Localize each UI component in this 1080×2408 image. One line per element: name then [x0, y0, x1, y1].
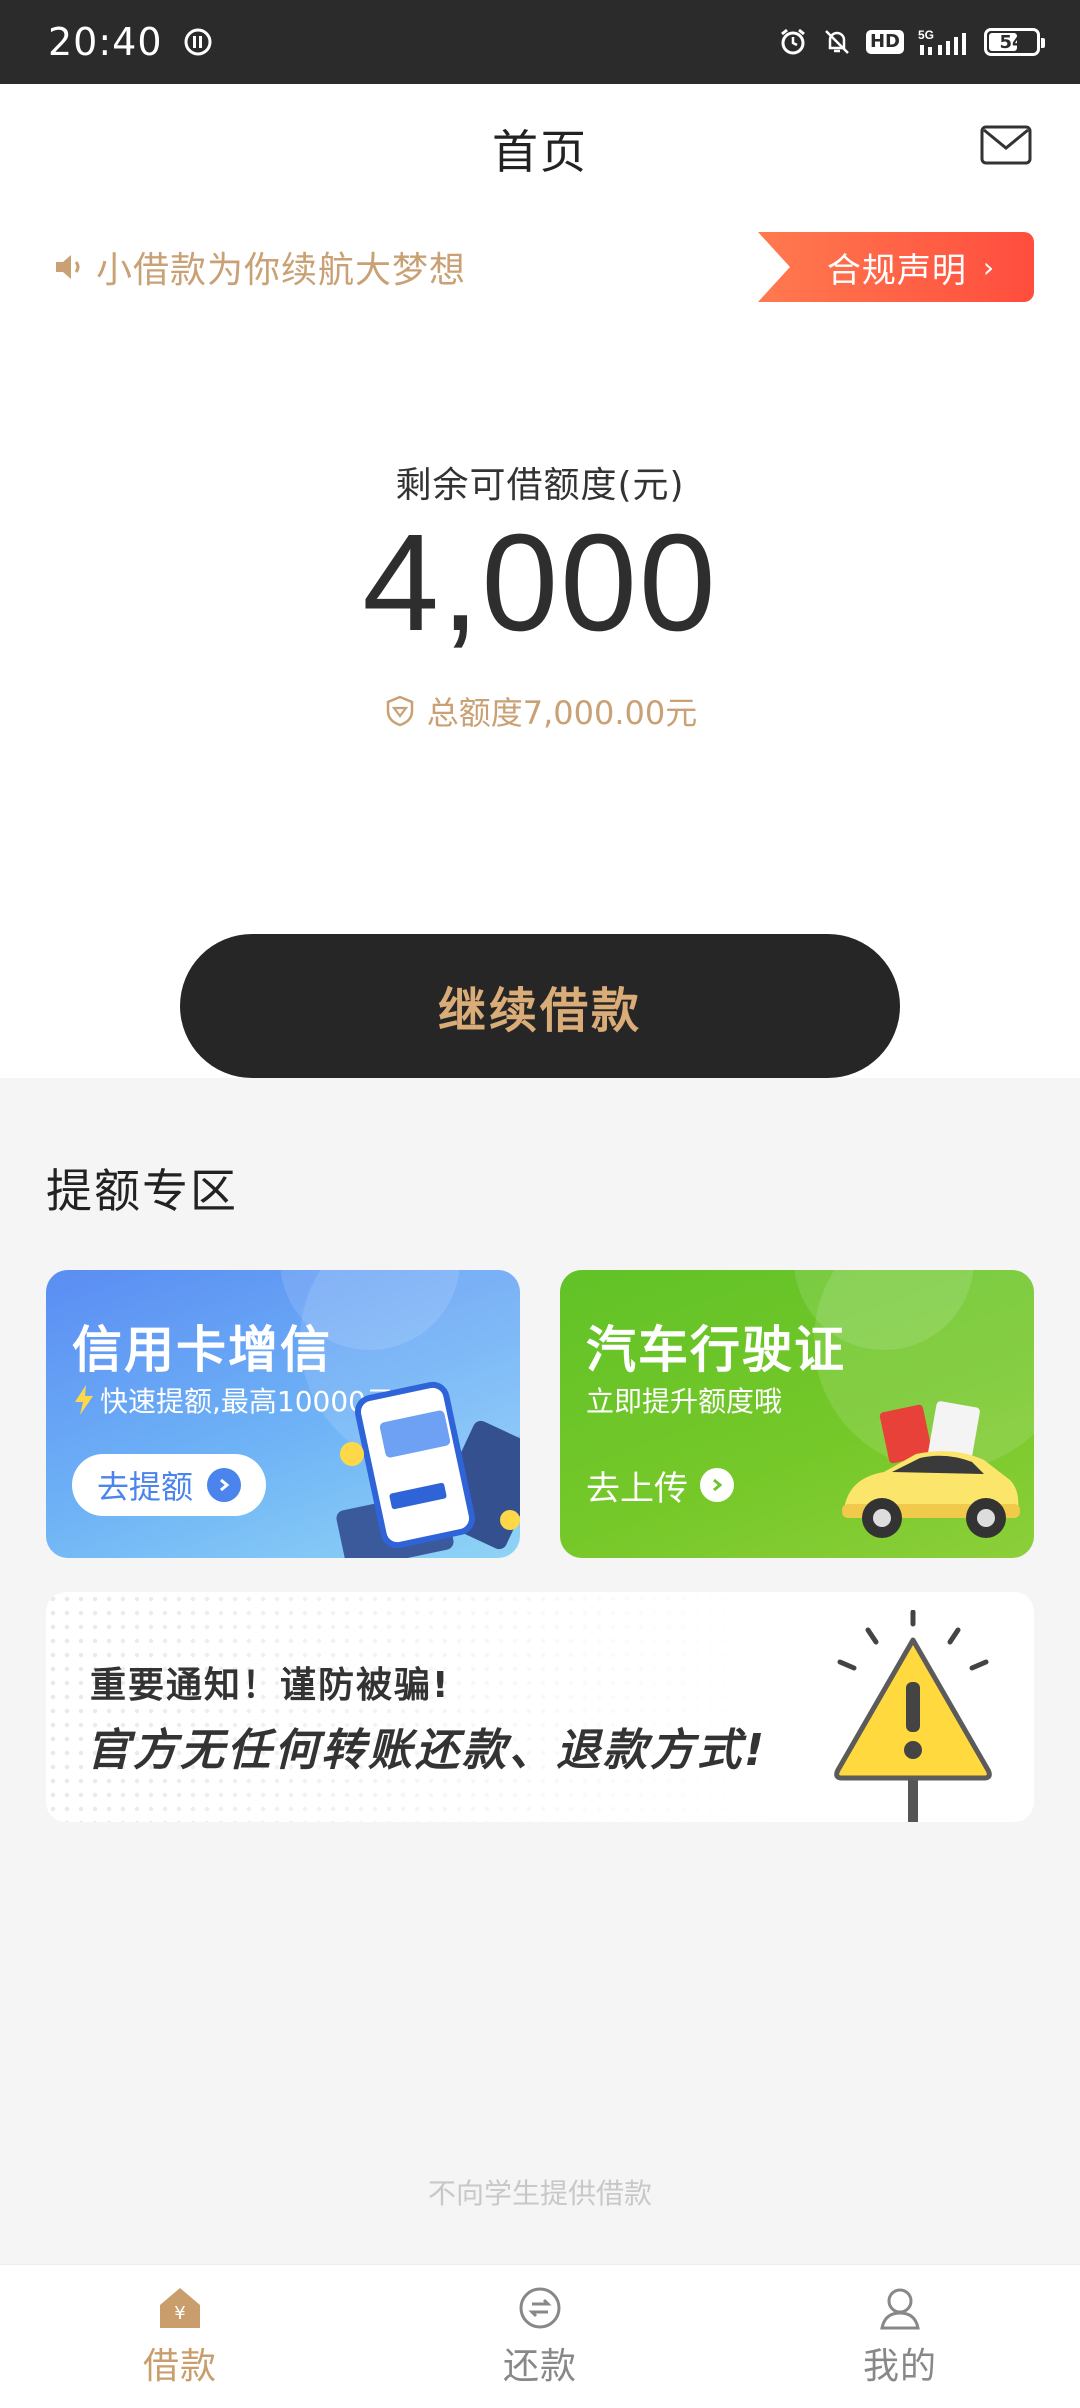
mail-icon[interactable]: [980, 124, 1032, 168]
svg-text:5G: 5G: [918, 28, 934, 42]
card-title: 汽车行驶证: [586, 1321, 846, 1379]
credit-card-boost-card[interactable]: 信用卡增信 快速提额,最高10000元 去提额: [46, 1270, 520, 1558]
alarm-icon: [778, 27, 808, 57]
total-quota: 总额度7,000.00元: [0, 688, 1080, 734]
vehicle-license-card[interactable]: 汽车行驶证 立即提升额度哦 去上传: [560, 1270, 1034, 1558]
phone-credit-card-illustration: [336, 1381, 520, 1558]
battery-icon: 54: [984, 28, 1045, 56]
speaker-icon: [56, 255, 80, 279]
notice-row: 小借款为你续航大梦想 合规声明 ›: [52, 232, 1034, 302]
lightning-icon: [75, 1385, 93, 1415]
hd-icon: HD: [865, 30, 904, 54]
nav-label: 还款: [502, 2345, 577, 2387]
warning-sign-icon: [834, 1610, 992, 1822]
continue-borrow-button[interactable]: 继续借款: [180, 934, 900, 1078]
user-icon: [880, 2288, 920, 2329]
header: 首页: [0, 84, 1080, 214]
fraud-warning-banner[interactable]: 重要通知！谨防被骗! 官方无任何转账还款、退款方式!: [46, 1592, 1034, 1822]
nav-label: 借款: [142, 2345, 217, 2387]
notice-text: 小借款为你续航大梦想: [96, 250, 467, 291]
page-title: 首页: [492, 125, 588, 179]
card-action-label: 去上传: [586, 1468, 688, 1509]
battery-level: 54: [999, 31, 1025, 53]
arrow-right-icon: [700, 1468, 734, 1502]
screen: 20:40 HD 5G 54 首页 小借款为你续航大梦想 合规声明 › 剩余可借…: [0, 0, 1080, 2408]
compliance-statement-button[interactable]: 合规声明 ›: [758, 232, 1034, 302]
home-yuan-icon: ¥: [160, 2287, 200, 2328]
card-title: 信用卡增信: [72, 1321, 332, 1379]
shield-diamond-icon: [386, 695, 413, 727]
credit-label: 剩余可借额度(元): [395, 465, 685, 506]
total-quota-text: 总额度7,000.00元: [426, 694, 698, 732]
status-time: 20:40: [48, 20, 163, 64]
warning-message: 官方无任何转账还款、退款方式!: [86, 1725, 768, 1776]
raise-limit-button[interactable]: 去提额: [72, 1454, 266, 1516]
status-bar: 20:40 HD 5G 54: [0, 0, 1080, 84]
bottom-navigation: ¥ 借款 还款 我的: [0, 2264, 1080, 2408]
footer-note: 不向学生提供借款: [427, 2177, 652, 2210]
nav-item-repay[interactable]: 还款: [420, 2285, 660, 2389]
card-action-label: 去提额: [96, 1468, 193, 1506]
nav-item-borrow[interactable]: ¥ 借款: [60, 2285, 300, 2389]
compliance-label: 合规声明: [826, 250, 967, 291]
car-illustration: [842, 1401, 1020, 1538]
nav-item-profile[interactable]: 我的: [780, 2285, 1020, 2389]
boost-section-title: 提额专区: [46, 1164, 238, 1218]
arrow-right-icon: [207, 1468, 241, 1502]
credit-amount: 4,000: [362, 506, 718, 660]
repay-icon: [519, 2287, 561, 2328]
card-subtitle: 立即提升额度哦: [586, 1385, 783, 1418]
signal-5g-icon: 5G: [918, 27, 970, 57]
svg-text:¥: ¥: [174, 2303, 185, 2324]
warning-headline: 重要通知！谨防被骗!: [90, 1665, 451, 1706]
mute-bell-icon: [822, 27, 852, 57]
upload-button[interactable]: 去上传: [586, 1460, 734, 1510]
nav-label: 我的: [862, 2345, 937, 2387]
chevron-right-icon: ›: [982, 250, 996, 284]
sync-icon: [183, 27, 213, 57]
home-top-section: 首页 小借款为你续航大梦想 合规声明 › 剩余可借额度(元) 4,000 总额度…: [0, 84, 1080, 1078]
